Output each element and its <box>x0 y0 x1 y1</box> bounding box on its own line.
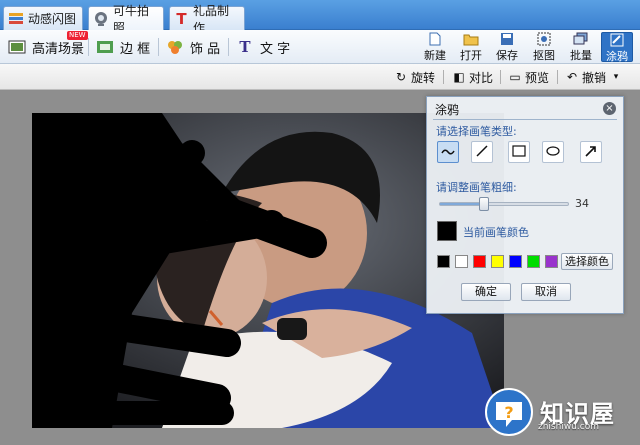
ellipse-brush-button[interactable] <box>542 141 564 163</box>
new-label: 新建 <box>424 49 446 62</box>
divider <box>88 38 89 56</box>
hd-scene-label: 高清场景 <box>32 41 85 57</box>
new-button[interactable]: 新建 <box>419 32 451 62</box>
dialog-title: 涂鸦 <box>435 103 460 117</box>
cutout-button[interactable]: 抠图 <box>528 32 560 62</box>
preview-label: 预览 <box>525 70 550 85</box>
question-bubble-icon: ? <box>484 387 534 437</box>
color-swatch-white[interactable] <box>455 255 468 268</box>
rectangle-brush-button[interactable] <box>508 141 530 163</box>
color-swatch-green[interactable] <box>527 255 540 268</box>
divider <box>557 70 558 84</box>
save-button[interactable]: 保存 <box>491 32 523 62</box>
cutout-icon <box>535 32 553 46</box>
doodle-label: 涂鸦 <box>606 50 628 63</box>
clover-icon <box>166 39 184 55</box>
save-icon <box>498 32 516 46</box>
pick-color-button[interactable]: 选择颜色 <box>561 253 613 270</box>
watermark-url: zhishiwu.com <box>538 422 599 432</box>
tab-gift[interactable]: T 礼品制作 <box>169 4 245 35</box>
top-tab-bar: 动感闪图 可牛拍照 T 礼品制作 <box>0 0 640 35</box>
ok-button[interactable]: 确定 <box>461 283 511 301</box>
divider <box>433 119 617 120</box>
scene-icon <box>8 39 26 55</box>
line-icon <box>475 144 489 161</box>
text-icon: T <box>239 38 251 56</box>
cutout-label: 抠图 <box>533 49 555 62</box>
arrow-brush-button[interactable] <box>580 141 602 163</box>
tab-camera[interactable]: 可牛拍照 <box>88 4 164 35</box>
arrow-icon <box>584 144 598 161</box>
rotate-label: 旋转 <box>411 70 436 85</box>
camera-icon <box>93 11 109 27</box>
brush-size-value: 34 <box>575 197 589 210</box>
current-color-label: 当前画笔颜色 <box>463 226 529 239</box>
svg-text:?: ? <box>504 403 513 422</box>
close-icon[interactable]: × <box>603 102 616 115</box>
divider <box>500 70 501 84</box>
color-swatch-black[interactable] <box>437 255 450 268</box>
color-swatch-purple[interactable] <box>545 255 558 268</box>
slider-fill <box>440 203 485 205</box>
rectangle-icon <box>512 144 526 160</box>
main-toolbar: 高清场景 NEW 边 框 饰 品 T 文 字 新建 打开 保存 抠图 批量 涂鸦 <box>0 30 640 64</box>
gift-icon: T <box>176 9 187 28</box>
divider <box>228 38 229 56</box>
preview-icon: ▭ <box>509 70 521 84</box>
batch-icon <box>572 32 590 46</box>
compare-button[interactable]: ◧ 对比 <box>452 68 493 86</box>
compare-icon: ◧ <box>453 70 465 84</box>
undo-label: 撤销 <box>582 70 607 85</box>
brush-type-label: 请选择画笔类型: <box>436 125 517 138</box>
tab-label: 动感闪图 <box>28 12 77 26</box>
open-button[interactable]: 打开 <box>455 32 487 62</box>
hd-scene-tool[interactable]: 高清场景 <box>8 37 84 57</box>
preview-button[interactable]: ▭ 预览 <box>508 68 549 86</box>
freehand-brush-button[interactable] <box>437 141 459 163</box>
flash-icon <box>8 11 24 27</box>
rotate-icon: ↻ <box>395 70 407 84</box>
doodle-dialog: 涂鸦 × 请选择画笔类型: 请调整画笔粗细: 34 当前画笔颜色 选择颜色 确定… <box>426 96 624 314</box>
watermark: ? 知识屋 zhishiwu.com <box>480 378 640 445</box>
open-label: 打开 <box>460 49 482 62</box>
brush-size-label: 请调整画笔粗细: <box>436 181 517 194</box>
wave-icon <box>441 145 455 159</box>
folder-icon <box>462 32 480 46</box>
text-tool[interactable]: T 文 字 <box>236 37 290 57</box>
doodle-button[interactable]: 涂鸦 <box>601 32 633 63</box>
slider-thumb[interactable] <box>479 197 490 211</box>
border-label: 边 框 <box>120 41 151 57</box>
color-swatch-red[interactable] <box>473 255 486 268</box>
accessory-tool[interactable]: 饰 品 <box>166 37 220 57</box>
ellipse-icon <box>546 145 560 159</box>
color-swatch-yellow[interactable] <box>491 255 504 268</box>
current-color-swatch <box>437 221 457 241</box>
brush-size-slider[interactable] <box>439 197 569 211</box>
cancel-button[interactable]: 取消 <box>521 283 571 301</box>
new-badge: NEW <box>67 31 88 40</box>
text-label: 文 字 <box>260 41 291 57</box>
chevron-down-icon: ▾ <box>613 72 619 82</box>
divider <box>443 70 444 84</box>
new-file-icon <box>426 32 444 46</box>
border-tool[interactable]: 边 框 <box>96 37 150 57</box>
rotate-button[interactable]: ↻ 旋转 <box>394 68 435 86</box>
batch-button[interactable]: 批量 <box>565 32 597 62</box>
accessory-label: 饰 品 <box>190 41 221 57</box>
batch-label: 批量 <box>570 49 592 62</box>
undo-icon: ↶ <box>566 70 578 84</box>
save-label: 保存 <box>496 49 518 62</box>
divider <box>158 38 159 56</box>
line-brush-button[interactable] <box>471 141 493 163</box>
compare-label: 对比 <box>469 70 494 85</box>
undo-button[interactable]: ↶ 撤销 ▾ <box>565 68 623 86</box>
tab-animated-gif[interactable]: 动感闪图 <box>3 6 83 30</box>
doodle-icon <box>608 33 626 47</box>
edit-toolbar: ↻ 旋转 ◧ 对比 ▭ 预览 ↶ 撤销 ▾ <box>0 64 640 90</box>
border-icon <box>96 39 114 55</box>
color-swatch-blue[interactable] <box>509 255 522 268</box>
